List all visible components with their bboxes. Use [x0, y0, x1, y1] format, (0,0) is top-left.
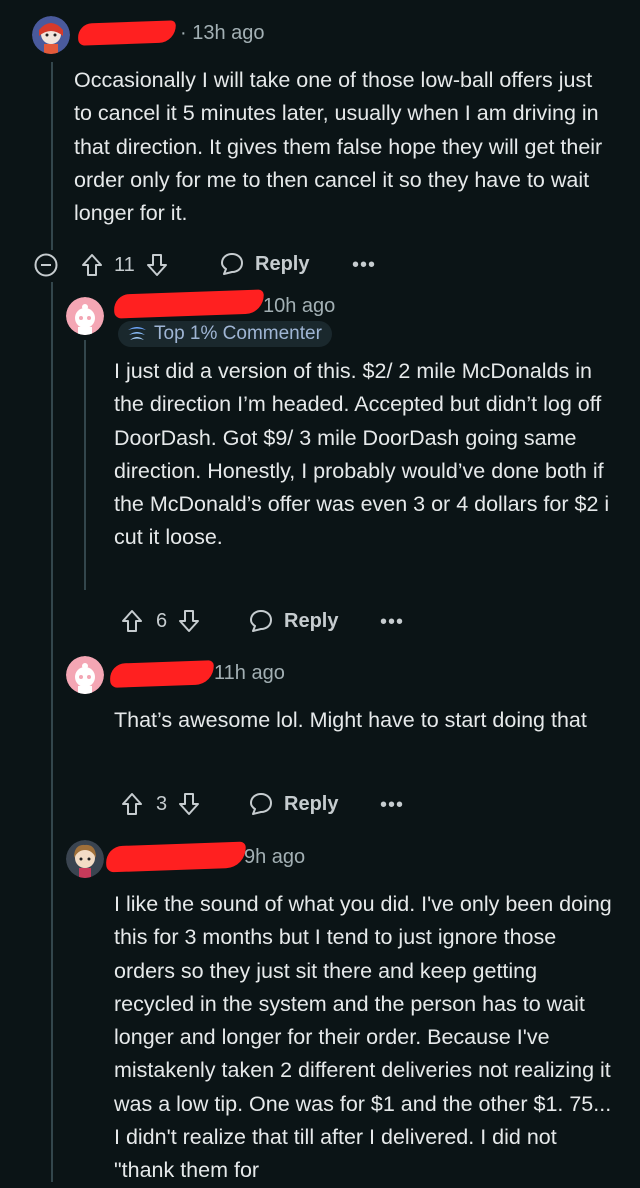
reply-label: Reply: [284, 609, 339, 632]
redacted-username: [113, 289, 265, 319]
comment-timestamp: 10h ago: [263, 295, 336, 317]
vote-count: 6: [156, 609, 168, 632]
comment-body: I like the sound of what you did. I've o…: [114, 892, 612, 1183]
vote-controls: 3: [120, 791, 201, 817]
upvote-button[interactable]: [80, 252, 104, 278]
reply-button[interactable]: Reply: [248, 791, 338, 817]
thread-line-nested: [51, 282, 53, 1182]
more-options-button[interactable]: •••: [380, 794, 404, 817]
comment-timestamp: 11h ago: [214, 662, 285, 684]
upvote-button[interactable]: [120, 791, 144, 817]
thread-line-main: [51, 62, 53, 250]
top-commenter-badge: Top 1% Commenter: [118, 321, 332, 347]
collapse-button[interactable]: [34, 253, 58, 282]
vote-controls: 11: [80, 252, 169, 278]
arrow-down-icon: [179, 610, 200, 632]
speech-bubble-icon: [250, 610, 272, 632]
downvote-button[interactable]: [145, 252, 169, 278]
speech-bubble-icon: [221, 253, 243, 275]
redacted-username: [77, 20, 177, 46]
timestamp-text: 13h ago: [192, 22, 265, 44]
avatar[interactable]: [66, 297, 104, 335]
reply-label: Reply: [255, 252, 310, 275]
arrow-down-icon: [146, 254, 167, 276]
downvote-button[interactable]: [177, 608, 201, 634]
comment-timestamp: 9h ago: [244, 846, 306, 868]
more-options-button[interactable]: •••: [352, 254, 376, 277]
reply-button[interactable]: Reply: [219, 251, 309, 277]
more-options-button[interactable]: •••: [380, 611, 404, 634]
comment-timestamp: · 13h ago: [180, 22, 265, 44]
upvote-button[interactable]: [120, 608, 144, 634]
collapse-minus-icon: [34, 253, 58, 277]
vote-count: 3: [156, 792, 168, 815]
redacted-username: [109, 660, 215, 688]
avatar[interactable]: [66, 656, 104, 694]
thread-line-reply: [84, 340, 86, 590]
vote-controls: 6: [120, 608, 201, 634]
reply-label: Reply: [284, 792, 339, 815]
reply-button[interactable]: Reply: [248, 608, 338, 634]
avatar[interactable]: [66, 840, 104, 878]
arrow-up-icon: [122, 610, 142, 632]
speech-bubble-icon: [250, 793, 272, 815]
badge-label: Top 1% Commenter: [154, 323, 322, 344]
arrow-up-icon: [122, 793, 142, 815]
top-commenter-badge-icon: [128, 327, 146, 340]
redacted-username: [105, 841, 247, 873]
arrow-up-icon: [82, 254, 102, 276]
avatar[interactable]: [32, 16, 70, 54]
vote-count: 11: [114, 253, 135, 276]
comment-body: I just did a version of this. $2/ 2 mile…: [114, 359, 610, 550]
comment-body: That’s awesome lol. Might have to start …: [114, 708, 587, 732]
downvote-button[interactable]: [177, 791, 201, 817]
comment-body: Occasionally I will take one of those lo…: [74, 68, 603, 226]
arrow-down-icon: [179, 793, 200, 815]
